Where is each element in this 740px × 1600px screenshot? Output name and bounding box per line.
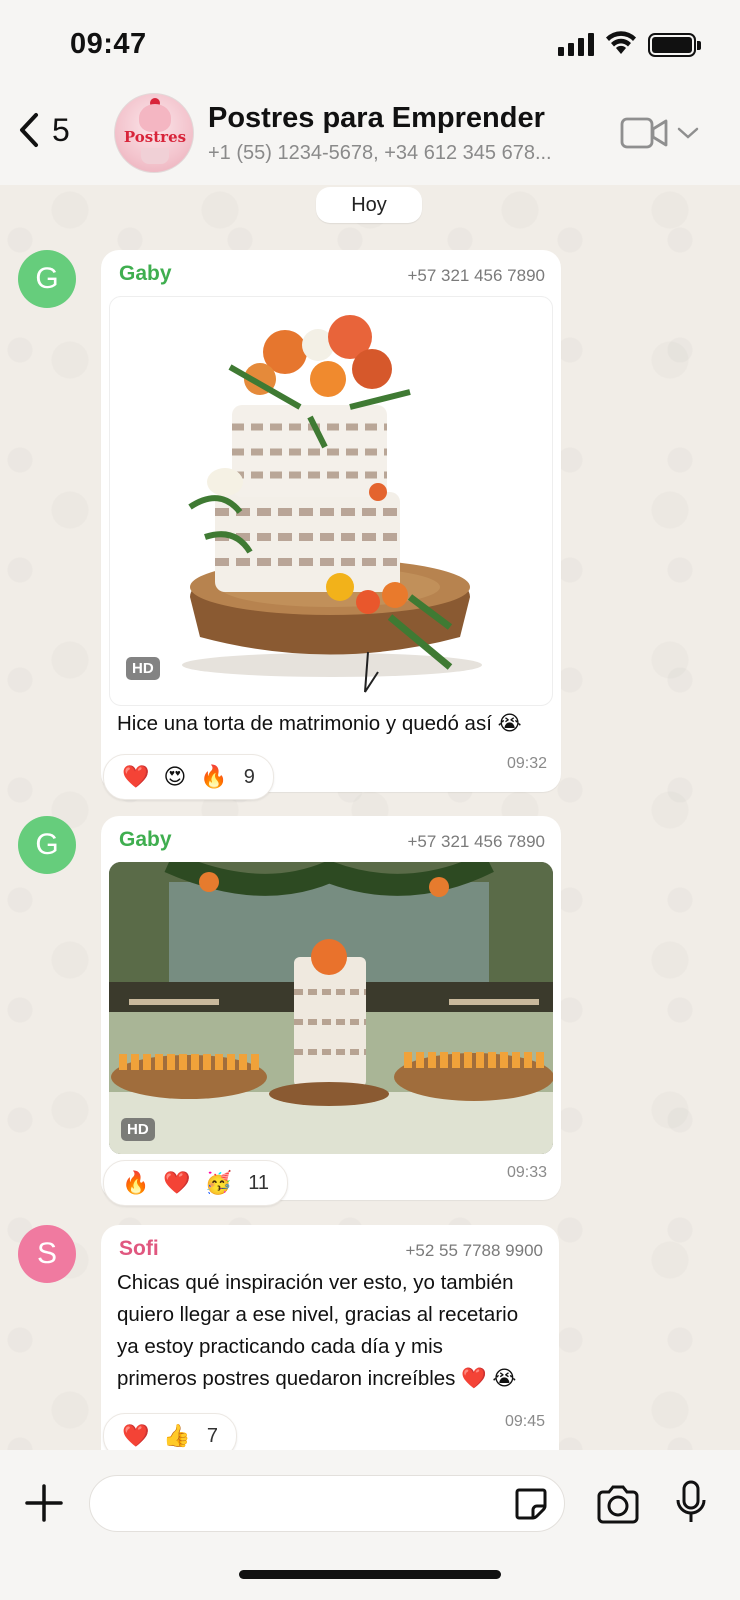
reaction-thumbs-up: 👍	[163, 1423, 191, 1448]
hd-badge: HD	[126, 657, 160, 680]
camera-icon[interactable]	[595, 1484, 641, 1524]
status-bar: 09:47	[0, 0, 740, 90]
group-avatar[interactable]: Postres	[114, 93, 194, 173]
message-caption: Hice una torta de matrimonio y quedó así…	[117, 712, 522, 735]
reaction-fire: 🔥	[200, 764, 228, 789]
reaction-heart: ❤️	[122, 764, 150, 789]
battery-icon	[648, 33, 701, 57]
hd-badge: HD	[121, 1118, 155, 1141]
chevron-down-icon	[677, 127, 699, 139]
signal-icon	[558, 32, 594, 56]
chevron-left-icon	[20, 113, 38, 147]
sender-name[interactable]: Gaby	[119, 262, 172, 286]
home-indicator	[239, 1570, 501, 1579]
date-divider: Hoy	[316, 187, 422, 223]
reaction-fire: 🔥	[122, 1170, 150, 1195]
message-time: 09:45	[504, 1413, 545, 1430]
message-line: quiero llegar a ese nivel, gracias al re…	[117, 1303, 519, 1326]
message-line: ya estoy practicando cada día y mis	[117, 1335, 443, 1358]
sender-avatar[interactable]: S	[18, 1225, 76, 1283]
reaction-heart: ❤️	[163, 1170, 191, 1195]
reaction-party: 🥳	[204, 1170, 233, 1195]
avatar-letter: G	[35, 828, 59, 861]
reaction-count: 9	[243, 765, 255, 788]
status-time: 09:47	[70, 28, 147, 60]
reaction-heart-eyes: 😍	[163, 764, 187, 789]
sender-avatar[interactable]: G	[18, 816, 76, 874]
sender-name[interactable]: Gaby	[119, 828, 172, 852]
sender-phone: +57 321 456 7890	[407, 266, 545, 285]
group-avatar-logo: Postres	[123, 128, 187, 146]
message-line: Chicas qué inspiración ver esto, yo tamb…	[117, 1271, 514, 1294]
plus-icon[interactable]	[24, 1483, 64, 1523]
message-time: 09:32	[506, 755, 547, 772]
reactions-bar[interactable]: 🔥 ❤️ 🥳 11	[103, 1160, 288, 1206]
reaction-heart: ❤️	[122, 1423, 150, 1448]
microphone-icon[interactable]	[674, 1480, 708, 1526]
reactions-bar[interactable]: ❤️ 😍 🔥 9	[103, 754, 274, 800]
reaction-count: 7	[206, 1424, 218, 1447]
group-members[interactable]: +1 (55) 1234-5678, +34 612 345 678...	[208, 142, 593, 165]
video-call-button[interactable]	[620, 115, 700, 151]
cake-photo[interactable]: HD	[109, 296, 553, 706]
video-camera-icon	[620, 117, 668, 149]
sender-avatar[interactable]: G	[18, 250, 76, 308]
avatar-letter: G	[35, 262, 59, 295]
sender-phone: +57 321 456 7890	[407, 832, 545, 851]
wifi-icon	[606, 31, 636, 54]
sender-name[interactable]: Sofi	[119, 1237, 159, 1261]
wedding-cake-image	[182, 315, 482, 693]
avatar-letter: S	[36, 1237, 57, 1270]
chat-header: 5 Postres Postres para Emprender +1 (55)…	[0, 90, 740, 185]
reaction-count: 11	[248, 1171, 269, 1194]
back-button[interactable]: 5	[14, 110, 70, 150]
group-name[interactable]: Postres para Emprender	[208, 102, 545, 135]
sticker-icon[interactable]	[513, 1486, 549, 1522]
sender-phone: +52 55 7788 9900	[405, 1241, 543, 1260]
message-input[interactable]	[89, 1475, 565, 1532]
message-line: primeros postres quedaron increíbles ❤️ …	[117, 1367, 517, 1390]
message-bubble[interactable]: Gaby +57 321 456 7890 HD Hice una torta …	[101, 250, 561, 792]
dessert-table-photo[interactable]: HD	[109, 862, 553, 1154]
unread-count: 5	[52, 111, 70, 148]
message-time: 09:33	[506, 1164, 547, 1181]
message-text: Chicas qué inspiración ver esto, yo tamb…	[117, 1267, 557, 1395]
dessert-table-image	[109, 862, 553, 1154]
message-bubble[interactable]: Gaby +57 321 456 7890 HD 09:33	[101, 816, 561, 1200]
